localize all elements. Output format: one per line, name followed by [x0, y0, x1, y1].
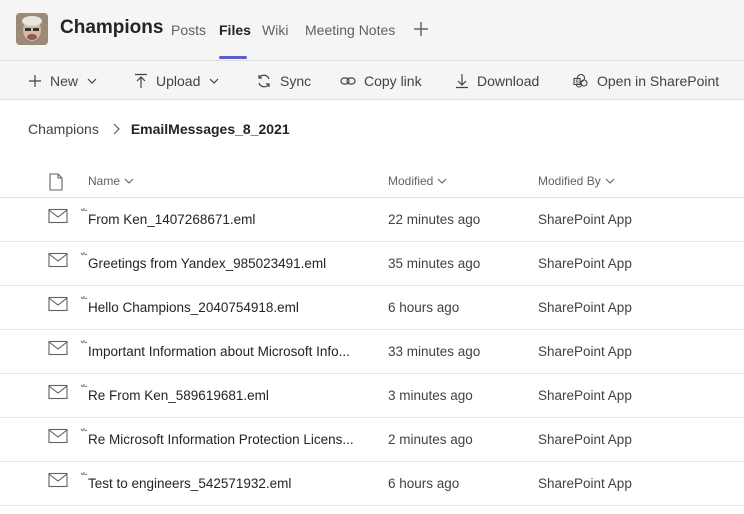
- open-in-sharepoint-label: Open in SharePoint: [597, 73, 720, 89]
- modified-by-value: SharePoint App: [538, 212, 632, 227]
- sharepoint-icon: S: [573, 73, 588, 88]
- table-row[interactable]: Hello Champions_2040754918.eml 6 hours a…: [0, 286, 744, 330]
- email-file-icon: [48, 296, 68, 317]
- table-row[interactable]: Re Microsoft Information Protection Lice…: [0, 418, 744, 462]
- team-avatar[interactable]: [16, 13, 48, 45]
- email-file-icon: [48, 252, 68, 273]
- column-header-modified-label: Modified: [388, 174, 434, 188]
- file-list-header: Name Modified Modified By: [0, 166, 744, 198]
- team-title: Champions: [60, 17, 164, 38]
- column-header-modified-by[interactable]: Modified By: [538, 174, 615, 188]
- download-button-label: Download: [477, 73, 540, 89]
- modified-value: 35 minutes ago: [388, 256, 481, 271]
- file-name[interactable]: Greetings from Yandex_985023491.eml: [88, 256, 370, 271]
- avatar-image: [16, 13, 48, 45]
- email-file-icon: [48, 384, 68, 405]
- chevron-right-icon: [111, 123, 121, 135]
- email-file-icon: [48, 208, 68, 229]
- copy-link-button-label: Copy link: [364, 73, 422, 89]
- email-file-icon: [48, 472, 68, 493]
- modified-by-value: SharePoint App: [538, 344, 632, 359]
- copy-link-button[interactable]: Copy link: [340, 61, 422, 101]
- plus-icon: [29, 75, 41, 87]
- plus-icon: [414, 22, 428, 36]
- sync-button[interactable]: Sync: [256, 61, 311, 101]
- modified-by-value: SharePoint App: [538, 388, 632, 403]
- file-name[interactable]: Re Microsoft Information Protection Lice…: [88, 432, 370, 447]
- chevron-down-icon: [209, 78, 219, 84]
- download-button[interactable]: Download: [455, 61, 539, 101]
- column-header-modified-by-label: Modified By: [538, 174, 601, 188]
- team-header: Champions Posts Files Wiki Meeting Notes: [0, 0, 744, 60]
- tab-meeting-notes[interactable]: Meeting Notes: [305, 22, 395, 38]
- column-header-name-label: Name: [88, 174, 121, 188]
- modified-value: 6 hours ago: [388, 476, 460, 491]
- modified-value: 3 minutes ago: [388, 388, 473, 403]
- file-name[interactable]: From Ken_1407268671.eml: [88, 212, 370, 227]
- upload-icon: [135, 73, 147, 88]
- chevron-down-icon: [124, 178, 134, 184]
- file-name[interactable]: Hello Champions_2040754918.eml: [88, 300, 370, 315]
- modified-value: 2 minutes ago: [388, 432, 473, 447]
- column-header-name[interactable]: Name: [88, 174, 134, 188]
- table-row[interactable]: Re From Ken_589619681.eml 3 minutes ago …: [0, 374, 744, 418]
- new-item-icon: [80, 467, 88, 485]
- modified-by-value: SharePoint App: [538, 432, 632, 447]
- chevron-down-icon: [605, 178, 615, 184]
- email-file-icon: [48, 340, 68, 361]
- modified-by-value: SharePoint App: [538, 476, 632, 491]
- file-name[interactable]: Test to engineers_542571932.eml: [88, 476, 370, 491]
- breadcrumb: Champions EmailMessages_8_2021: [28, 120, 290, 138]
- breadcrumb-root-link[interactable]: Champions: [28, 121, 99, 137]
- file-type-icon[interactable]: [48, 173, 64, 196]
- upload-button[interactable]: Upload: [134, 61, 220, 101]
- modified-by-value: SharePoint App: [538, 300, 632, 315]
- new-button[interactable]: New: [28, 61, 98, 101]
- table-row[interactable]: Test to engineers_542571932.eml 6 hours …: [0, 462, 744, 506]
- chevron-down-icon: [87, 78, 97, 84]
- new-item-icon: [80, 423, 88, 441]
- table-row[interactable]: Important Information about Microsoft In…: [0, 330, 744, 374]
- modified-value: 6 hours ago: [388, 300, 460, 315]
- active-tab-indicator: [219, 56, 247, 59]
- tab-files[interactable]: Files: [219, 22, 251, 38]
- sync-button-label: Sync: [280, 73, 312, 89]
- tab-posts[interactable]: Posts: [171, 22, 206, 38]
- modified-value: 22 minutes ago: [388, 212, 481, 227]
- table-row[interactable]: Greetings from Yandex_985023491.eml 35 m…: [0, 242, 744, 286]
- tab-wiki[interactable]: Wiki: [262, 22, 288, 38]
- new-item-icon: [80, 291, 88, 309]
- new-item-icon: [80, 379, 88, 397]
- email-file-icon: [48, 428, 68, 449]
- new-button-label: New: [50, 73, 79, 89]
- new-item-icon: [80, 247, 88, 265]
- add-tab-button[interactable]: [411, 19, 431, 39]
- sync-icon: [258, 74, 270, 88]
- modified-value: 33 minutes ago: [388, 344, 481, 359]
- table-row[interactable]: From Ken_1407268671.eml 22 minutes ago S…: [0, 198, 744, 242]
- file-name[interactable]: Important Information about Microsoft In…: [88, 344, 370, 359]
- download-icon: [456, 74, 468, 89]
- chevron-down-icon: [437, 178, 447, 184]
- breadcrumb-current: EmailMessages_8_2021: [130, 121, 290, 137]
- open-in-sharepoint-button[interactable]: S Open in SharePoint: [573, 61, 719, 101]
- file-name[interactable]: Re From Ken_589619681.eml: [88, 388, 370, 403]
- modified-by-value: SharePoint App: [538, 256, 632, 271]
- command-bar: New Upload Sync Copy link Download S Ope…: [0, 60, 744, 100]
- upload-button-label: Upload: [156, 73, 201, 89]
- new-item-icon: [80, 203, 88, 221]
- column-header-modified[interactable]: Modified: [388, 174, 447, 188]
- new-item-icon: [80, 335, 88, 353]
- link-icon: [340, 77, 356, 85]
